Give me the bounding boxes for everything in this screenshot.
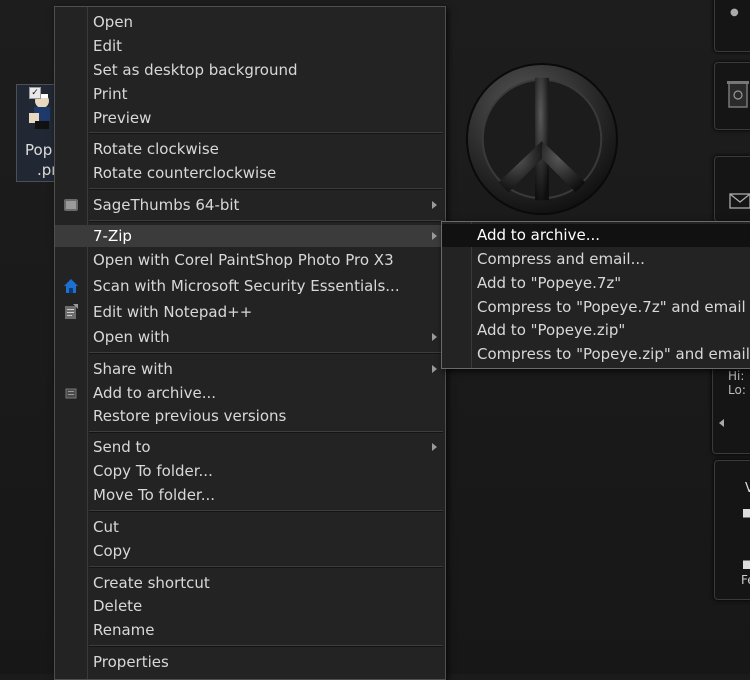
submenu-item-add-to-archive[interactable]: Add to archive... bbox=[442, 224, 750, 247]
menu-separator bbox=[89, 132, 443, 134]
submenu-item-compress-to-7z-email[interactable]: Compress to "Popeye.7z" and email bbox=[442, 296, 750, 319]
weather-low: Lo: bbox=[728, 383, 746, 397]
sagethumbs-icon bbox=[64, 199, 78, 211]
menu-item-delete[interactable]: Delete bbox=[55, 595, 445, 617]
menu-separator bbox=[89, 645, 443, 647]
submenu-arrow-icon bbox=[432, 232, 437, 240]
clock-date: Fe bbox=[741, 573, 750, 587]
menu-item-open-with[interactable]: Open with bbox=[55, 326, 445, 348]
recycle-bin-icon bbox=[727, 81, 749, 108]
menu-item-edit-notepadpp[interactable]: Edit with Notepad++ bbox=[55, 301, 445, 323]
recycle-bin-gadget[interactable] bbox=[714, 62, 750, 130]
submenu-arrow-icon bbox=[432, 365, 437, 373]
menu-separator bbox=[89, 188, 443, 190]
menu-item-properties[interactable]: Properties bbox=[55, 651, 445, 673]
submenu-arrow-icon bbox=[432, 443, 437, 451]
menu-item-copy-to-folder[interactable]: Copy To folder... bbox=[55, 460, 445, 482]
peace-sign-icon bbox=[465, 62, 619, 216]
menu-separator bbox=[89, 431, 443, 433]
clock-gadget[interactable]: V Fe bbox=[714, 460, 750, 600]
archive-icon bbox=[65, 388, 77, 399]
submenu-arrow-icon bbox=[432, 201, 437, 209]
selection-checkbox[interactable]: ✓ bbox=[29, 87, 41, 99]
notepadpp-icon bbox=[65, 304, 78, 319]
menu-item-rotate-counterclockwise[interactable]: Rotate counterclockwise bbox=[55, 162, 445, 184]
submenu-arrow-icon bbox=[432, 333, 437, 341]
security-essentials-icon bbox=[64, 279, 78, 293]
submenu-7zip: Add to archive... Compress and email... … bbox=[441, 221, 750, 369]
menu-item-add-to-archive[interactable]: Add to archive... bbox=[55, 382, 445, 404]
submenu-item-compress-to-zip-email[interactable]: Compress to "Popeye.zip" and email bbox=[442, 343, 750, 366]
menu-item-cut[interactable]: Cut bbox=[55, 516, 445, 538]
gadget-top[interactable]: ● bbox=[714, 0, 750, 52]
envelope-icon bbox=[729, 193, 750, 209]
menu-item-copy[interactable]: Copy bbox=[55, 540, 445, 562]
menu-item-preview[interactable]: Preview bbox=[55, 107, 445, 129]
menu-item-rotate-clockwise[interactable]: Rotate clockwise bbox=[55, 138, 445, 160]
weather-prev-arrow-icon[interactable] bbox=[719, 419, 724, 427]
menu-separator bbox=[89, 352, 443, 354]
submenu-item-add-to-7z[interactable]: Add to "Popeye.7z" bbox=[442, 272, 750, 295]
menu-item-print[interactable]: Print bbox=[55, 83, 445, 105]
menu-item-set-desktop-background[interactable]: Set as desktop background bbox=[55, 59, 445, 81]
menu-item-restore-previous-versions[interactable]: Restore previous versions bbox=[55, 405, 445, 427]
gadget-top-glyph-icon: ● bbox=[730, 7, 739, 18]
menu-item-7zip[interactable]: 7-Zip bbox=[55, 225, 445, 247]
clock-digit-icon bbox=[743, 509, 750, 569]
file-name-line1: Pop bbox=[25, 141, 53, 159]
menu-item-create-shortcut[interactable]: Create shortcut bbox=[55, 572, 445, 594]
menu-item-open[interactable]: Open bbox=[55, 11, 445, 33]
submenu-item-add-to-zip[interactable]: Add to "Popeye.zip" bbox=[442, 319, 750, 342]
weather-gadget[interactable]: Hi: Lo: bbox=[712, 360, 750, 454]
menu-item-open-with-corel[interactable]: Open with Corel PaintShop Photo Pro X3 bbox=[55, 249, 445, 271]
menu-item-sagethumbs[interactable]: SageThumbs 64-bit bbox=[55, 194, 445, 216]
menu-separator bbox=[89, 566, 443, 568]
menu-item-share-with[interactable]: Share with bbox=[55, 358, 445, 380]
menu-separator bbox=[89, 220, 443, 222]
menu-item-scan-security-essentials[interactable]: Scan with Microsoft Security Essentials.… bbox=[55, 275, 445, 297]
menu-separator bbox=[89, 510, 443, 512]
submenu-item-compress-and-email[interactable]: Compress and email... bbox=[442, 248, 750, 271]
context-menu: Open Edit Set as desktop background Prin… bbox=[54, 6, 446, 680]
mail-gadget[interactable] bbox=[714, 156, 750, 222]
menu-item-move-to-folder[interactable]: Move To folder... bbox=[55, 484, 445, 506]
menu-item-send-to[interactable]: Send to bbox=[55, 436, 445, 458]
weather-high: Hi: bbox=[728, 369, 745, 383]
menu-item-rename[interactable]: Rename bbox=[55, 619, 445, 641]
clock-text: V bbox=[745, 481, 750, 496]
menu-item-edit[interactable]: Edit bbox=[55, 35, 445, 57]
